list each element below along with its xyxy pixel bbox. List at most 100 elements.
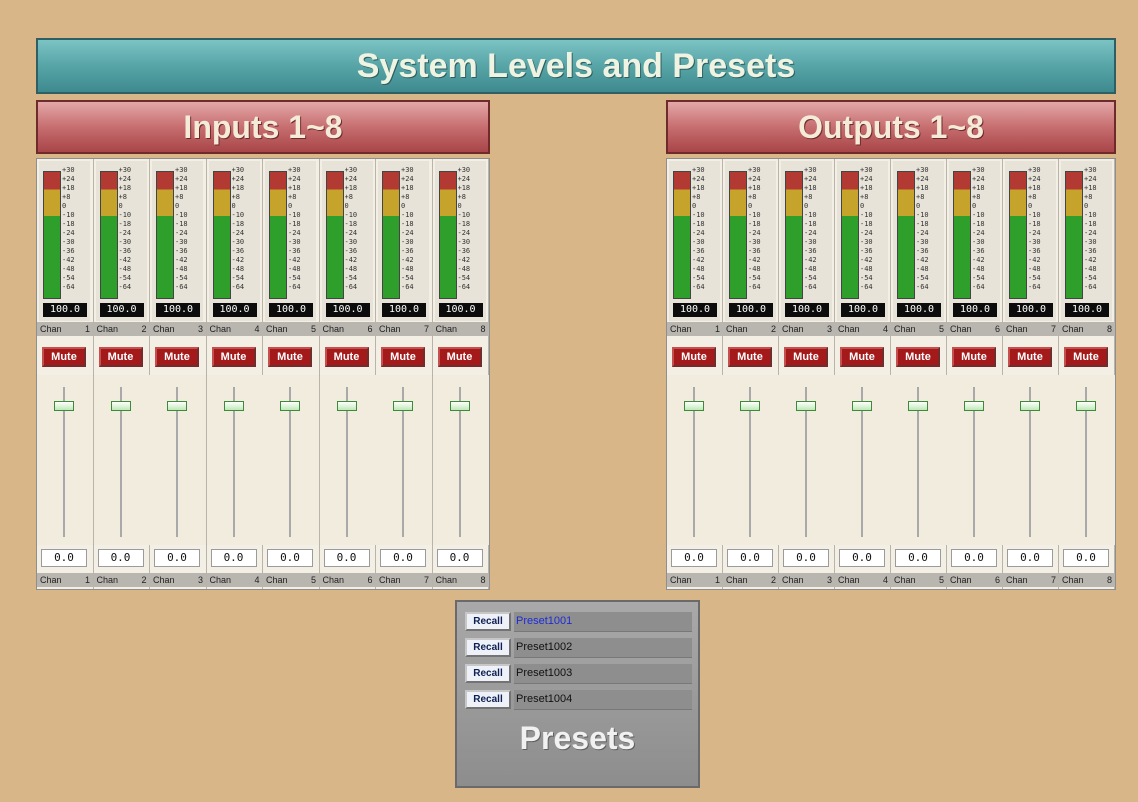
fader[interactable] xyxy=(319,375,376,545)
fader-knob[interactable] xyxy=(740,401,760,411)
meter-readout: 100.0 xyxy=(673,303,717,317)
fader[interactable] xyxy=(1003,375,1059,545)
presets-panel: Recall Preset1001 Recall Preset1002 Reca… xyxy=(455,600,700,788)
level-meter: +30 +24 +18 +8 0 -10 -18 -24 -30 -36 -42 -48 -54 -64 1… xyxy=(265,161,316,321)
fader-knob[interactable] xyxy=(449,401,470,411)
fader[interactable] xyxy=(835,375,891,545)
fader-knob[interactable] xyxy=(908,401,928,411)
recall-button[interactable]: Recall xyxy=(465,664,511,683)
mute-button[interactable]: Mute xyxy=(672,347,716,367)
fader-value: 0.0 xyxy=(1063,549,1109,567)
meter-scale-label: -36 xyxy=(1084,247,1097,255)
meter-bar xyxy=(953,171,971,299)
meter-scale-label: 0 xyxy=(804,202,809,210)
mute-button[interactable]: Mute xyxy=(437,347,482,367)
channel-strip: +30 +24 +18 +8 0 -10 -18 -24 -30 -36 -42 -48 -54 -64 1… xyxy=(1003,159,1059,589)
mute-button[interactable]: Mute xyxy=(268,347,312,367)
fader-knob[interactable] xyxy=(336,401,357,411)
fader[interactable] xyxy=(206,375,263,545)
fader[interactable] xyxy=(432,375,489,545)
meter-scale-label: -18 xyxy=(692,220,705,228)
meter-scale-label: +18 xyxy=(748,184,761,192)
recall-button[interactable]: Recall xyxy=(465,690,511,709)
channel-label: Chan 7 xyxy=(1003,322,1059,336)
channel-label-text: Chan xyxy=(726,324,748,334)
meter-readout: 100.0 xyxy=(841,303,885,317)
mute-button[interactable]: Mute xyxy=(952,347,996,367)
channel-number: 4 xyxy=(254,324,260,334)
channel-label-text: Chan xyxy=(1062,324,1084,334)
meter-scale-label: -10 xyxy=(972,211,985,219)
meter-scale-label: -30 xyxy=(916,238,929,246)
channel-number: 2 xyxy=(770,575,776,585)
channel-number: 5 xyxy=(310,575,316,585)
meter-scale-label: -36 xyxy=(288,247,301,255)
fader-knob[interactable] xyxy=(223,401,244,411)
mute-button[interactable]: Mute xyxy=(840,347,884,367)
meter-scale: +30 +24 +18 +8 0 -10 -18 -24 -30 -36 -42 -48 -54 -64 xyxy=(288,166,316,300)
mute-button[interactable]: Mute xyxy=(1064,347,1108,367)
mute-button[interactable]: Mute xyxy=(324,347,369,367)
fader[interactable] xyxy=(891,375,947,545)
preset-row: Recall Preset1001 xyxy=(465,612,692,632)
mute-button[interactable]: Mute xyxy=(211,347,256,367)
meter-bar xyxy=(156,171,174,299)
fader[interactable] xyxy=(667,375,723,545)
meter-scale: +30 +24 +18 +8 0 -10 -18 -24 -30 -36 -42 -48 -54 -64 xyxy=(804,166,832,300)
level-meter: +30 +24 +18 +8 0 -10 -18 -24 -30 -36 -42 -48 -54 -64 1… xyxy=(434,161,486,321)
fader[interactable] xyxy=(947,375,1003,545)
meter-scale-label: -54 xyxy=(118,274,132,282)
fader-knob[interactable] xyxy=(54,401,74,411)
mute-button[interactable]: Mute xyxy=(896,347,940,367)
recall-button[interactable]: Recall xyxy=(465,638,511,657)
channel-number: 8 xyxy=(480,324,486,334)
fader[interactable] xyxy=(37,375,93,545)
fader[interactable] xyxy=(150,375,206,545)
mute-button[interactable]: Mute xyxy=(42,347,86,367)
meter-scale-label: -24 xyxy=(692,229,705,237)
channel-label-text: Chan xyxy=(950,324,972,334)
meter-scale-label: 0 xyxy=(175,202,180,210)
channel-number: 5 xyxy=(938,575,944,585)
meter-scale-label: -24 xyxy=(804,229,817,237)
meter-scale-label: -18 xyxy=(860,220,873,228)
mute-button[interactable]: Mute xyxy=(728,347,772,367)
meter-scale-label: -30 xyxy=(457,238,471,246)
meter-scale-label: +8 xyxy=(457,193,466,201)
fader-knob[interactable] xyxy=(684,401,704,411)
recall-button[interactable]: Recall xyxy=(465,612,511,631)
channel-label: Chan 5 xyxy=(891,573,947,587)
fader[interactable] xyxy=(1059,375,1115,545)
meter-scale-label: +24 xyxy=(916,175,929,183)
meter-scale-label: -30 xyxy=(62,238,75,246)
fader-knob[interactable] xyxy=(167,401,187,411)
fader-knob[interactable] xyxy=(280,401,300,411)
fader-knob[interactable] xyxy=(110,401,131,411)
fader[interactable] xyxy=(93,375,150,545)
fader-value: 0.0 xyxy=(154,549,200,567)
fader[interactable] xyxy=(263,375,319,545)
meter-scale-label: -64 xyxy=(1028,283,1041,291)
fader[interactable] xyxy=(723,375,779,545)
fader-knob[interactable] xyxy=(1076,401,1096,411)
mute-button[interactable]: Mute xyxy=(155,347,199,367)
fader-knob[interactable] xyxy=(852,401,872,411)
channel-label-text: Chan xyxy=(435,324,458,334)
meter-scale-label: -54 xyxy=(62,274,75,282)
mute-button[interactable]: Mute xyxy=(381,347,425,367)
meter-scale-label: -30 xyxy=(972,238,985,246)
fader[interactable] xyxy=(779,375,835,545)
fader-knob[interactable] xyxy=(393,401,413,411)
fader-knob[interactable] xyxy=(1020,401,1040,411)
fader-knob[interactable] xyxy=(964,401,984,411)
fader[interactable] xyxy=(376,375,432,545)
meter-scale-label: -18 xyxy=(118,220,132,228)
mute-button[interactable]: Mute xyxy=(784,347,828,367)
meter-scale-label: +18 xyxy=(1084,184,1097,192)
fader-value: 0.0 xyxy=(267,549,313,567)
fader-knob[interactable] xyxy=(796,401,816,411)
meter-scale-label: -48 xyxy=(457,265,471,273)
mute-button[interactable]: Mute xyxy=(1008,347,1052,367)
mute-button[interactable]: Mute xyxy=(98,347,143,367)
meter-scale-label: -54 xyxy=(457,274,471,282)
